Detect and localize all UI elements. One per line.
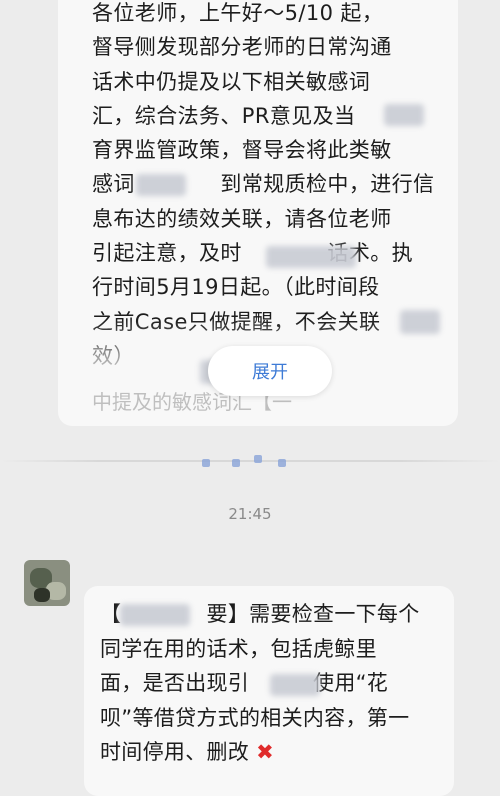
expand-button[interactable]: 展开 — [208, 346, 332, 396]
close-icon: ✖ — [256, 740, 274, 764]
redaction — [384, 104, 424, 126]
redaction — [400, 310, 440, 334]
unread-indicator — [202, 455, 312, 475]
timestamp: 21:45 — [228, 505, 272, 523]
redaction — [266, 246, 356, 268]
redaction — [120, 604, 190, 626]
avatar[interactable] — [24, 560, 70, 606]
redaction — [270, 674, 320, 696]
redaction — [136, 174, 186, 196]
